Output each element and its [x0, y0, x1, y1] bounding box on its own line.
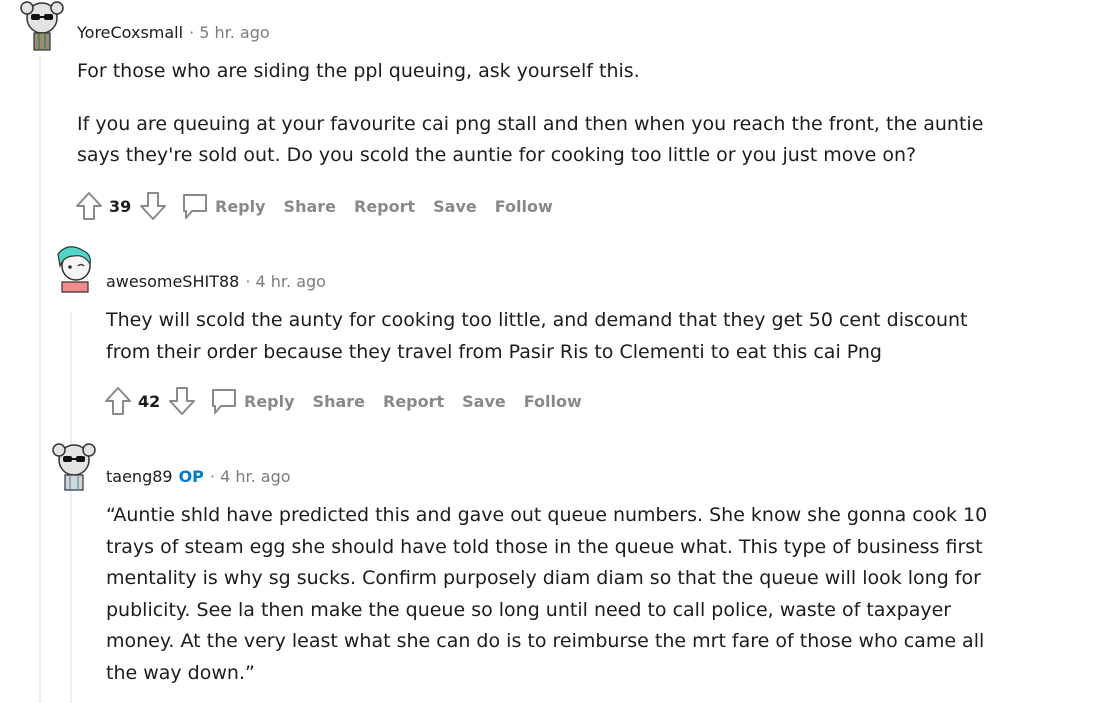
- username[interactable]: awesomeSHIT88: [106, 272, 239, 291]
- downvote-arrow-icon[interactable]: [137, 190, 169, 222]
- comment-actions: 39 Reply Share Report Save Follow: [73, 188, 553, 224]
- comment-actions: 42 Reply Share Report Save Follow: [102, 383, 582, 419]
- avatar-taeng89[interactable]: [48, 440, 100, 492]
- comment-paragraph: “Auntie shld have predicted this and gav…: [106, 504, 988, 684]
- comment-paragraph: They will scold the aunty for cooking to…: [106, 309, 968, 363]
- follow-button[interactable]: Follow: [524, 392, 582, 411]
- comment-body: For those who are siding the ppl queuing…: [77, 56, 983, 172]
- share-button[interactable]: Share: [313, 392, 365, 411]
- username[interactable]: YoreCoxsmall: [77, 23, 183, 42]
- save-button[interactable]: Save: [462, 392, 506, 411]
- comment-header: awesomeSHIT88 · 4 hr. ago: [106, 269, 326, 293]
- speech-bubble-icon[interactable]: [179, 190, 211, 222]
- reply-button[interactable]: Reply: [244, 392, 295, 411]
- op-badge: OP: [178, 466, 204, 486]
- timestamp[interactable]: · 5 hr. ago: [189, 23, 270, 42]
- upvote-arrow-icon[interactable]: [102, 385, 134, 417]
- save-button[interactable]: Save: [433, 197, 477, 216]
- comment-body: “Auntie shld have predicted this and gav…: [106, 500, 987, 689]
- comment-header: YoreCoxsmall · 5 hr. ago: [77, 20, 270, 44]
- upvote-arrow-icon[interactable]: [73, 190, 105, 222]
- comment-header: taeng89 OP · 4 hr. ago: [106, 464, 291, 488]
- comment-paragraph: For those who are siding the ppl queuing…: [77, 60, 640, 82]
- comment-body: They will scold the aunty for cooking to…: [106, 305, 967, 368]
- comment-paragraph: If you are queuing at your favourite cai…: [77, 112, 984, 167]
- vote-score: 42: [138, 391, 161, 411]
- speech-bubble-icon[interactable]: [208, 385, 240, 417]
- vote-score: 39: [109, 196, 132, 216]
- report-button[interactable]: Report: [383, 392, 444, 411]
- share-button[interactable]: Share: [284, 197, 336, 216]
- timestamp[interactable]: · 4 hr. ago: [245, 272, 326, 291]
- downvote-arrow-icon[interactable]: [166, 385, 198, 417]
- reply-button[interactable]: Reply: [215, 197, 266, 216]
- avatar-yorecoxsmall[interactable]: [16, 0, 68, 52]
- thread-line-reply[interactable]: [70, 312, 72, 703]
- timestamp[interactable]: · 4 hr. ago: [210, 467, 291, 486]
- follow-button[interactable]: Follow: [495, 197, 553, 216]
- username[interactable]: taeng89: [106, 467, 173, 486]
- thread-line-root[interactable]: [39, 56, 41, 703]
- report-button[interactable]: Report: [354, 197, 415, 216]
- avatar-awesomeshit88[interactable]: [48, 244, 100, 296]
